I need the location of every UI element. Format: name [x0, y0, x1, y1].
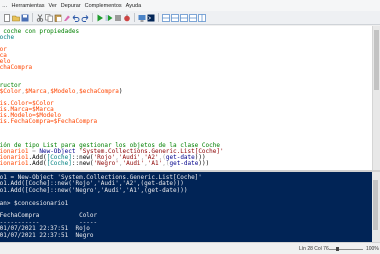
code-token: sionario1: [0, 160, 29, 167]
menu-item-1[interactable]: Herramientas: [10, 3, 47, 9]
save-icon[interactable]: [21, 14, 29, 22]
code-token: Coche: [0, 34, 15, 41]
zoom-slider-track: [329, 248, 363, 250]
console-icon[interactable]: [147, 14, 155, 22]
zoom-level: 100%: [366, 246, 379, 252]
code-token: $FechaCompra: [53, 118, 98, 125]
console-pane[interactable]: io1 = New-Object 'System.Collections.Gen…: [0, 172, 372, 242]
code-token: 'Audi': [122, 160, 145, 167]
console-line: io1.Add([Coche]::new('Negro','Audi','A1'…: [0, 186, 188, 194]
console-scrollbar[interactable]: [372, 172, 380, 242]
code-token: echaCompra: [0, 64, 33, 71]
paste-icon[interactable]: [54, 14, 62, 22]
new-file-icon[interactable]: [3, 13, 11, 22]
code-line: echaCompra: [0, 64, 32, 71]
toolbar-separator: [92, 13, 93, 22]
code-token: .Add(: [28, 160, 47, 167]
run-selection-icon[interactable]: [105, 14, 113, 22]
code-line: Coche: [0, 34, 14, 41]
script-editor[interactable]: e coche con propiedadesCochelorrcadeloec…: [0, 26, 372, 170]
console-line: 01/07/2021 22:37:51 Negro: [0, 231, 94, 239]
code-token: get-date: [169, 160, 199, 167]
code-token: ): [118, 88, 123, 95]
stop-icon[interactable]: [114, 14, 122, 22]
editor-scrollbar[interactable]: [372, 26, 380, 170]
menu-item-2[interactable]: Ver: [47, 3, 59, 9]
toolbar-separator: [32, 13, 33, 22]
code-token: ::new(: [71, 160, 94, 167]
undo-icon[interactable]: [72, 14, 80, 22]
zoom-slider-knob[interactable]: [335, 247, 339, 251]
clear-icon[interactable]: [63, 14, 71, 22]
menu-bar: … Herramientas Ver Depurar Complementos Ayuda: [0, 0, 380, 11]
code-token: 'A1': [147, 160, 163, 167]
menu-item-3[interactable]: Depurar: [59, 3, 83, 9]
code-token: [Coche]: [46, 160, 72, 167]
new-remote-tab-icon[interactable]: [138, 14, 146, 22]
toolbar: [0, 11, 380, 25]
console-scrollbar-thumb[interactable]: [373, 180, 378, 230]
toolbar-separator: [134, 13, 135, 22]
editor-scrollbar-thumb[interactable]: [374, 30, 379, 90]
cut-icon[interactable]: [36, 13, 44, 22]
copy-icon[interactable]: [45, 13, 53, 22]
zoom-slider[interactable]: [329, 247, 363, 251]
toolbar-separator: [158, 13, 159, 22]
layout-icon[interactable]: [171, 13, 179, 22]
code-token: $Marca: [24, 88, 47, 95]
menu-item-5[interactable]: Ayuda: [124, 3, 144, 9]
code-line: sionario1.Add([Coche]::new('Negro','Audi…: [0, 160, 209, 167]
code-token: 'Negro': [93, 160, 119, 167]
code-token: $echaCompra: [79, 88, 119, 95]
status-bar: Lín 28 Col 76 100%: [0, 242, 380, 254]
code-token: $Modelo: [50, 88, 76, 95]
layout-icon[interactable]: [162, 13, 170, 22]
open-file-icon[interactable]: [12, 14, 20, 22]
console-line: uan> $concesionario1: [0, 199, 69, 207]
run-icon[interactable]: [96, 14, 104, 22]
code-token: ))): [198, 160, 210, 167]
code-token: $Color: [0, 88, 22, 95]
cursor-position: Lín 28 Col 76: [299, 246, 329, 252]
show-script-icon[interactable]: [198, 13, 206, 22]
menu-item-0[interactable]: …: [0, 3, 10, 9]
menu-item-4[interactable]: Complementos: [83, 3, 124, 9]
code-line: ($Color,$Marca,$Modelo,$echaCompra): [0, 88, 123, 95]
code-token: his.FechaCompra=: [0, 118, 54, 125]
layout-icon[interactable]: [180, 13, 188, 22]
code-line: his.FechaCompra=$FechaCompra: [0, 118, 97, 125]
layout-icon[interactable]: [189, 13, 197, 22]
debug-icon[interactable]: [123, 14, 131, 22]
redo-icon[interactable]: [81, 14, 89, 22]
